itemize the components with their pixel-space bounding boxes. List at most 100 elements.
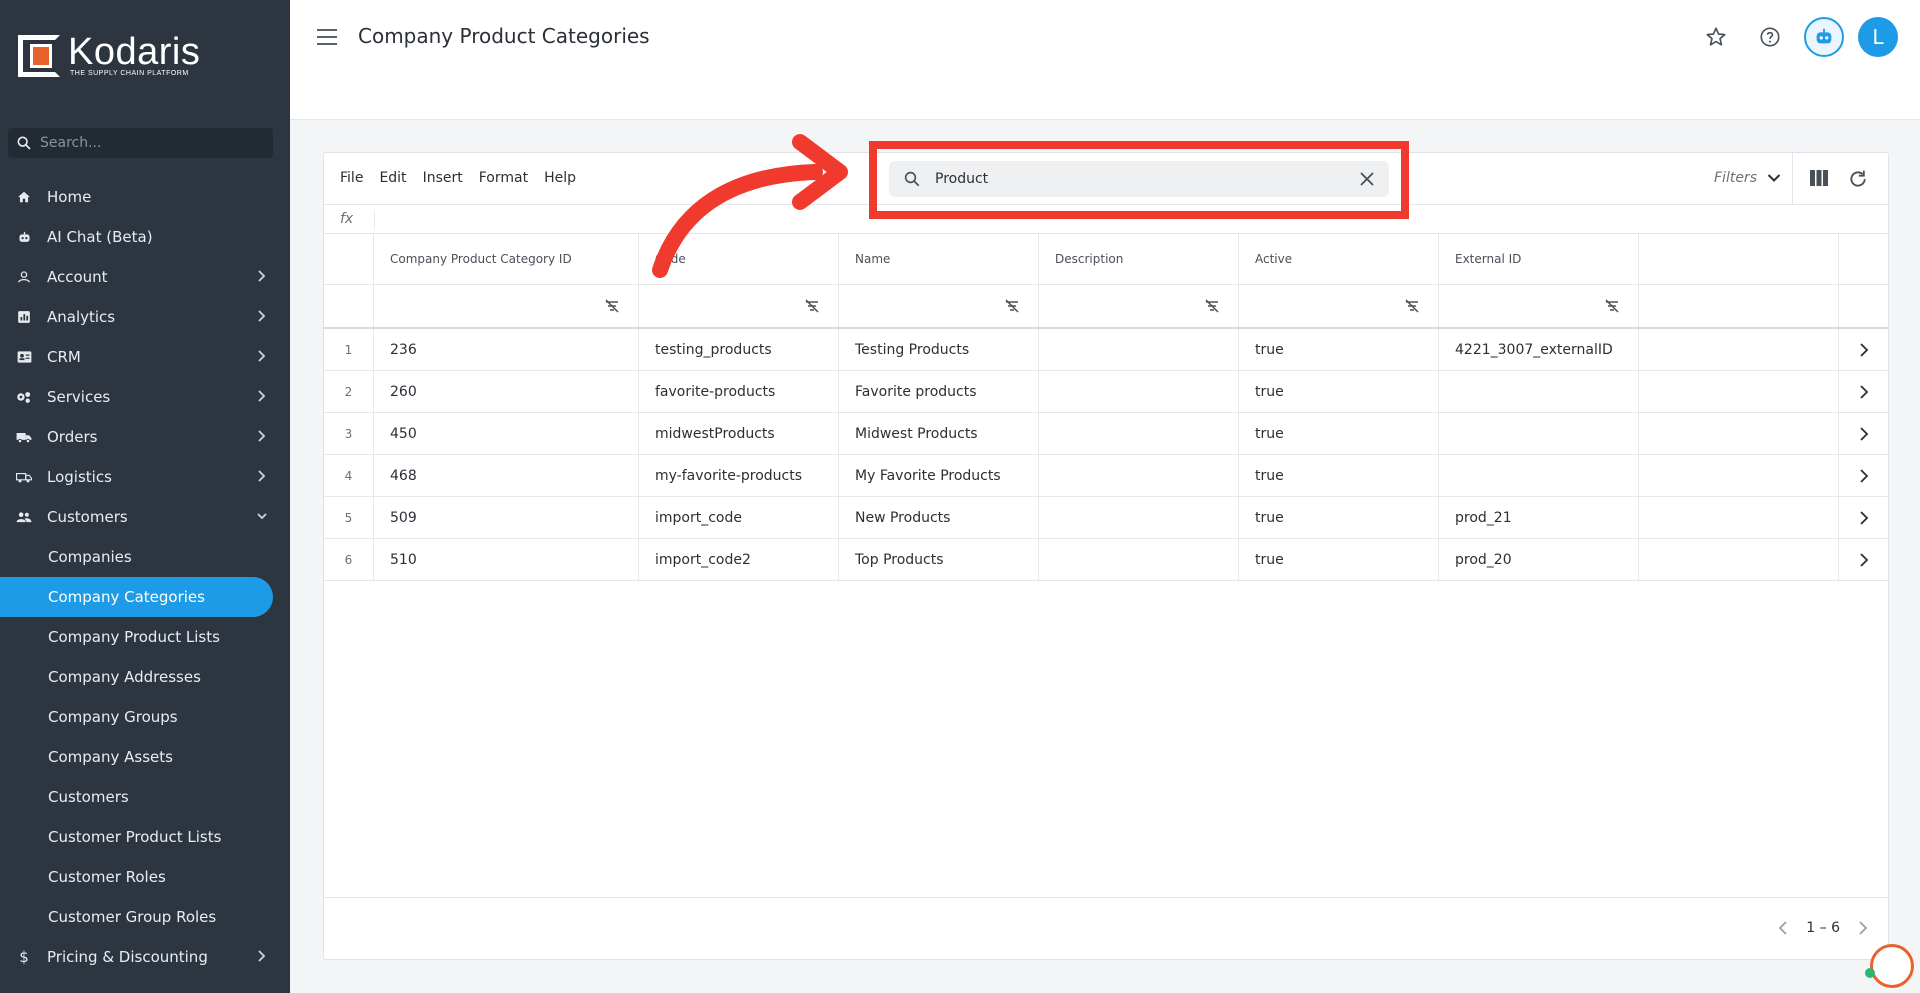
ai-assistant-button[interactable] [1804, 17, 1844, 57]
sidebar-subitem-company-product-lists[interactable]: Company Product Lists [0, 617, 290, 657]
cell-active[interactable]: true [1239, 371, 1439, 412]
menu-insert[interactable]: Insert [423, 170, 463, 186]
table-row[interactable]: 6 510 import_code2 Top Products true prod_20 [324, 539, 1888, 581]
hamburger-menu-icon[interactable] [316, 26, 338, 48]
sidebar-subitem-customer-group-roles[interactable]: Customer Group Roles [0, 897, 290, 937]
sidebar-subitem-customer-product-lists[interactable]: Customer Product Lists [0, 817, 290, 857]
cell-code[interactable]: import_code2 [639, 539, 839, 580]
chat-support-icon[interactable] [1870, 944, 1914, 988]
column-header-external-id[interactable]: External ID [1439, 234, 1639, 284]
cell-name[interactable]: Top Products [839, 539, 1039, 580]
open-row-button[interactable] [1839, 497, 1888, 538]
cell-id[interactable]: 450 [374, 413, 639, 454]
sidebar-search-input[interactable] [40, 135, 260, 151]
cell-active[interactable]: true [1239, 455, 1439, 496]
cell-name[interactable]: Testing Products [839, 329, 1039, 370]
column-filter-external-id[interactable] [1439, 285, 1639, 327]
table-row[interactable]: 1 236 testing_products Testing Products true… [324, 329, 1888, 371]
sidebar-subitem-company-assets[interactable]: Company Assets [0, 737, 290, 777]
sidebar-item-customers[interactable]: Customers [0, 497, 290, 537]
user-avatar[interactable]: L [1858, 17, 1898, 57]
cell-name[interactable]: New Products [839, 497, 1039, 538]
filters-dropdown[interactable]: Filters [1714, 170, 1781, 186]
cell-code[interactable]: favorite-products [639, 371, 839, 412]
refresh-icon[interactable] [1848, 169, 1868, 189]
previous-page-icon[interactable] [1778, 920, 1788, 936]
cell-id[interactable]: 510 [374, 539, 639, 580]
cell-description[interactable] [1039, 371, 1239, 412]
sidebar-item-account[interactable]: Account [0, 257, 290, 297]
open-row-button[interactable] [1839, 539, 1888, 580]
open-row-button[interactable] [1839, 455, 1888, 496]
cell-external-id[interactable]: prod_20 [1439, 539, 1639, 580]
sidebar-subitem-customer-roles[interactable]: Customer Roles [0, 857, 290, 897]
help-button[interactable] [1750, 17, 1790, 57]
menu-edit[interactable]: Edit [379, 170, 406, 186]
next-page-icon[interactable] [1858, 920, 1868, 936]
column-filter-id[interactable] [374, 285, 639, 327]
cell-name[interactable]: Midwest Products [839, 413, 1039, 454]
columns-icon[interactable] [1809, 169, 1829, 187]
sidebar-item-services[interactable]: Services [0, 377, 290, 417]
cell-external-id[interactable]: 4221_3007_externalID [1439, 329, 1639, 370]
filter-empty [1639, 285, 1839, 327]
formula-bar[interactable]: fx [324, 205, 1888, 234]
cell-description[interactable] [1039, 497, 1239, 538]
menu-format[interactable]: Format [479, 170, 528, 186]
column-filter-name[interactable] [839, 285, 1039, 327]
sidebar-item-crm[interactable]: CRM [0, 337, 290, 377]
sidebar-item-analytics[interactable]: Analytics [0, 297, 290, 337]
cell-description[interactable] [1039, 329, 1239, 370]
cell-active[interactable]: true [1239, 497, 1439, 538]
open-row-button[interactable] [1839, 371, 1888, 412]
sidebar-item-logistics[interactable]: Logistics [0, 457, 290, 497]
table-row[interactable]: 5 509 import_code New Products true prod_21 [324, 497, 1888, 539]
cell-id[interactable]: 236 [374, 329, 639, 370]
column-filter-description[interactable] [1039, 285, 1239, 327]
cell-code[interactable]: my-favorite-products [639, 455, 839, 496]
cell-active[interactable]: true [1239, 329, 1439, 370]
sidebar-item-ai-chat[interactable]: AI Chat (Beta) [0, 217, 290, 257]
cell-external-id[interactable] [1439, 371, 1639, 412]
kodaris-logo[interactable]: Kodaris THE SUPPLY CHAIN PLATFORM [18, 33, 200, 77]
cell-description[interactable] [1039, 455, 1239, 496]
sidebar-item-pricing-discounting[interactable]: $ Pricing & Discounting [0, 937, 290, 977]
column-header-description[interactable]: Description [1039, 234, 1239, 284]
sidebar-subitem-company-categories[interactable]: Company Categories [0, 577, 273, 617]
cell-name[interactable]: Favorite products [839, 371, 1039, 412]
cell-description[interactable] [1039, 539, 1239, 580]
cell-code[interactable]: midwestProducts [639, 413, 839, 454]
table-row[interactable]: 2 260 favorite-products Favorite products tr… [324, 371, 1888, 413]
cell-id[interactable]: 260 [374, 371, 639, 412]
open-row-button[interactable] [1839, 329, 1888, 370]
sidebar-subitem-companies[interactable]: Companies [0, 537, 290, 577]
cell-name[interactable]: My Favorite Products [839, 455, 1039, 496]
sidebar-subitem-company-groups[interactable]: Company Groups [0, 697, 290, 737]
cell-active[interactable]: true [1239, 413, 1439, 454]
column-filter-active[interactable] [1239, 285, 1439, 327]
sidebar-item-home[interactable]: Home [0, 177, 290, 217]
column-header-active[interactable]: Active [1239, 234, 1439, 284]
column-header-name[interactable]: Name [839, 234, 1039, 284]
cell-external-id[interactable] [1439, 455, 1639, 496]
cell-id[interactable]: 468 [374, 455, 639, 496]
table-row[interactable]: 3 450 midwestProducts Midwest Products true [324, 413, 1888, 455]
favorite-star-button[interactable] [1696, 17, 1736, 57]
cell-external-id[interactable]: prod_21 [1439, 497, 1639, 538]
cell-external-id[interactable] [1439, 413, 1639, 454]
column-filter-code[interactable] [639, 285, 839, 327]
menu-file[interactable]: File [340, 170, 363, 186]
table-row[interactable]: 4 468 my-favorite-products My Favorite Prod… [324, 455, 1888, 497]
open-row-button[interactable] [1839, 413, 1888, 454]
menu-help[interactable]: Help [544, 170, 576, 186]
cell-description[interactable] [1039, 413, 1239, 454]
cell-code[interactable]: testing_products [639, 329, 839, 370]
sidebar-subitem-company-addresses[interactable]: Company Addresses [0, 657, 290, 697]
cell-id[interactable]: 509 [374, 497, 639, 538]
cell-active[interactable]: true [1239, 539, 1439, 580]
cell-code[interactable]: import_code [639, 497, 839, 538]
chevron-right-icon [258, 470, 266, 482]
column-header-id[interactable]: Company Product Category ID [374, 234, 639, 284]
sidebar-item-orders[interactable]: Orders [0, 417, 290, 457]
sidebar-subitem-customers[interactable]: Customers [0, 777, 290, 817]
